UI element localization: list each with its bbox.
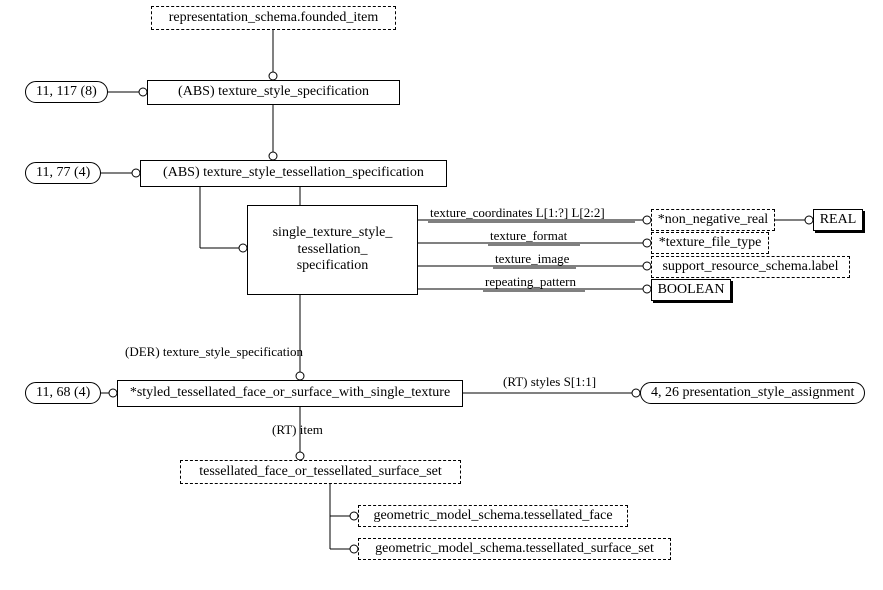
node-real: REAL (813, 209, 863, 231)
edge-label-rt-styles: (RT) styles S[1:1] (503, 374, 596, 390)
node-texture-style-specification: (ABS) texture_style_specification (147, 80, 400, 105)
node-boolean: BOOLEAN (651, 279, 731, 301)
node-label: *texture_file_type (659, 235, 762, 252)
edge-label-texture-image: texture_image (495, 251, 569, 267)
edge-label-rt-item: (RT) item (272, 422, 323, 438)
connector-lines (0, 0, 883, 590)
ref-11-68-4: 11, 68 (4) (25, 382, 101, 404)
node-label: *styled_tessellated_face_or_surface_with… (130, 385, 450, 402)
node-label-line: specification (297, 258, 369, 275)
edge-label-texture-format: texture_format (490, 228, 567, 244)
edge-label-texture-coordinates: texture_coordinates L[1:?] L[2:2] (430, 205, 605, 221)
node-label: 11, 68 (4) (36, 385, 90, 402)
node-styled-tessellated-face-or-surface-with-single-texture: *styled_tessellated_face_or_surface_with… (117, 380, 463, 407)
node-single-texture-style-tessellation-specification: single_texture_style_ tessellation_ spec… (247, 205, 418, 295)
node-label: tessellated_face_or_tessellated_surface_… (199, 464, 442, 481)
node-label: representation_schema.founded_item (169, 10, 379, 27)
edge-label-repeating-pattern: repeating_pattern (485, 274, 576, 290)
node-label: (ABS) texture_style_tessellation_specifi… (163, 165, 424, 182)
node-label: REAL (820, 212, 857, 229)
node-label: support_resource_schema.label (662, 259, 838, 276)
node-texture-style-tessellation-specification: (ABS) texture_style_tessellation_specifi… (140, 160, 447, 187)
node-geometric-model-schema-tessellated-face: geometric_model_schema.tessellated_face (358, 505, 628, 527)
ref-11-77-4: 11, 77 (4) (25, 162, 101, 184)
node-label: 4, 26 presentation_style_assignment (651, 385, 854, 402)
node-rep-schema: representation_schema.founded_item (151, 6, 396, 30)
node-label: BOOLEAN (658, 282, 725, 299)
node-label: geometric_model_schema.tessellated_face (373, 508, 612, 525)
node-label-line: single_texture_style_ (273, 225, 393, 242)
node-label: (ABS) texture_style_specification (178, 84, 369, 101)
node-geometric-model-schema-tessellated-surface-set: geometric_model_schema.tessellated_surfa… (358, 538, 671, 560)
node-label: *non_negative_real (658, 212, 768, 229)
node-presentation-style-assignment: 4, 26 presentation_style_assignment (640, 382, 865, 404)
attr-underlines (0, 0, 883, 590)
node-texture-file-type: *texture_file_type (651, 232, 769, 254)
node-label: 11, 117 (8) (36, 84, 97, 101)
node-support-resource-schema-label: support_resource_schema.label (651, 256, 850, 278)
node-non-negative-real: *non_negative_real (651, 209, 775, 231)
node-label: 11, 77 (4) (36, 165, 90, 182)
node-label: geometric_model_schema.tessellated_surfa… (375, 541, 654, 558)
node-label-line: tessellation_ (298, 242, 368, 259)
ref-11-117-8: 11, 117 (8) (25, 81, 108, 103)
diagram-canvas: representation_schema.founded_item 11, 1… (0, 0, 883, 590)
node-tessellated-face-or-tessellated-surface-set: tessellated_face_or_tessellated_surface_… (180, 460, 461, 484)
edge-label-der-texture-style-specification: (DER) texture_style_specification (125, 344, 303, 360)
